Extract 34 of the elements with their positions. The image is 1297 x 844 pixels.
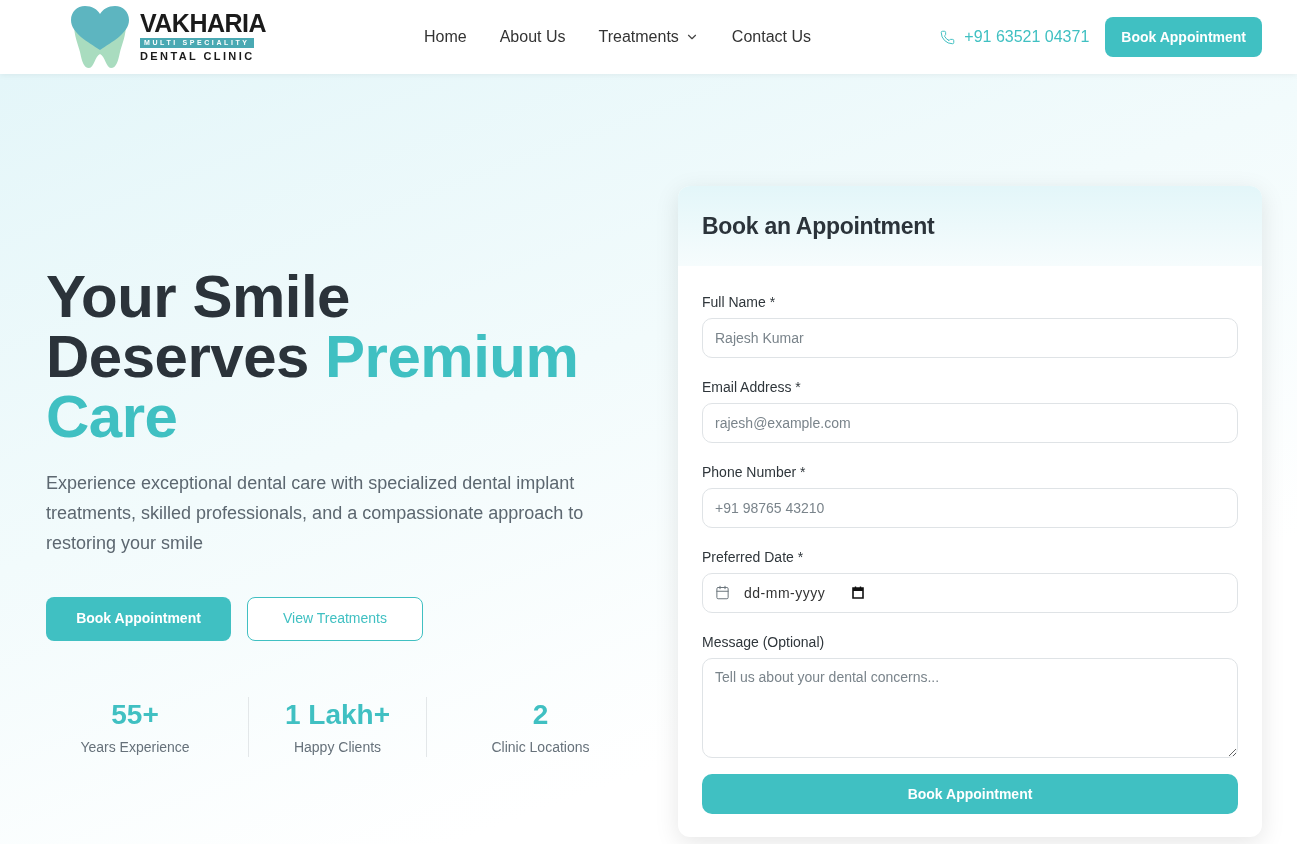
field-label: Email Address * bbox=[702, 379, 802, 396]
tooth-heart-logo-icon bbox=[70, 6, 130, 68]
stat-label: Happy Clients bbox=[293, 737, 382, 757]
calendar-icon bbox=[715, 585, 730, 600]
stat-label: Clinic Locations bbox=[491, 737, 590, 757]
nav-link[interactable]: About Us bbox=[499, 25, 566, 49]
stat-value: 2 bbox=[532, 697, 549, 732]
nav-link[interactable]: Home bbox=[424, 25, 467, 49]
view-treatments-button[interactable]: View Treatments bbox=[247, 596, 423, 641]
nav-link[interactable]: Treatments bbox=[598, 25, 699, 49]
calendar-picker-icon[interactable] bbox=[852, 586, 864, 599]
submit-button[interactable]: Book Appointment bbox=[702, 774, 1238, 814]
logo-name: VAKHARIA bbox=[140, 11, 267, 36]
hero-description: Experience exceptional dental care with specialized dental implant treatments, skilled professionals, and a compassionate approach to restoring your smile bbox=[46, 471, 585, 555]
field-label: Message (Optional) bbox=[702, 634, 826, 651]
hero-heading: Your Smile Deserves Premium Care bbox=[46, 266, 580, 447]
nav-link[interactable]: Contact Us bbox=[731, 25, 811, 49]
date-field[interactable]: dd-mm-yyyy bbox=[702, 573, 1238, 613]
stat-value: 55+ bbox=[111, 697, 159, 732]
book-appointment-button[interactable]: Book Appointment bbox=[1105, 17, 1262, 57]
message-field[interactable]: Tell us about your dental concerns... bbox=[702, 658, 1238, 758]
field-label: Preferred Date * bbox=[702, 549, 805, 566]
book-appointment-button[interactable]: Book Appointment bbox=[46, 596, 231, 641]
logo-subtitle: DENTAL CLINIC bbox=[140, 50, 255, 63]
form-title: Book an Appointment bbox=[702, 211, 935, 241]
phone-link[interactable]: +91 63521 04371 bbox=[940, 25, 1090, 49]
stat-value: 1 Lakh+ bbox=[284, 697, 391, 732]
input-field[interactable]: rajesh@example.com bbox=[702, 403, 1238, 443]
input-field[interactable]: Rajesh Kumar bbox=[702, 318, 1238, 358]
field-label: Full Name * bbox=[702, 294, 777, 311]
input-field[interactable]: +91 98765 43210 bbox=[702, 488, 1238, 528]
field-label: Phone Number * bbox=[702, 464, 807, 481]
phone-icon bbox=[940, 29, 956, 45]
stat-label: Years Experience bbox=[80, 737, 190, 757]
